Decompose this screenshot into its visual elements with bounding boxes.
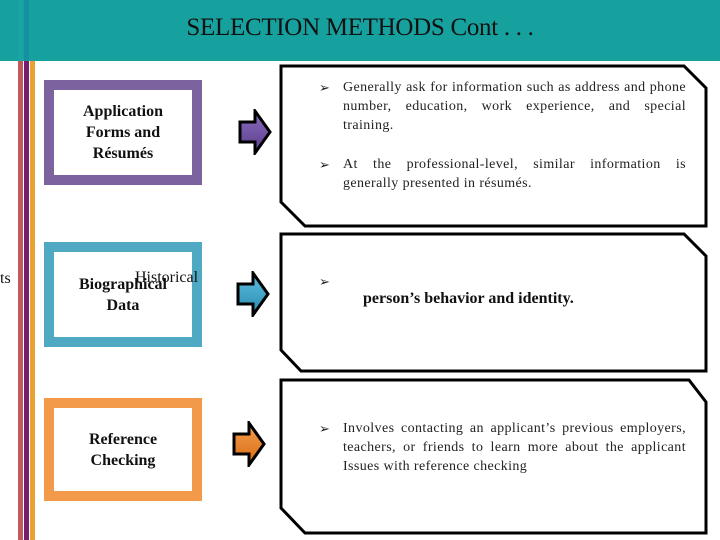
- slide-title: SELECTION METHODS Cont . . .: [186, 14, 534, 41]
- method-label-line: Résumés: [92, 145, 154, 162]
- bullet-arrow-icon: ➢: [319, 421, 331, 436]
- bullet-arrow-icon: ➢: [319, 157, 331, 172]
- bullet-continuation-text: person’s behavior and identity.: [363, 290, 574, 307]
- method-box-application-forms: Application Forms and Résumés: [44, 80, 202, 185]
- method-label-line: Data: [106, 296, 140, 314]
- bullet-item: ➢ Generally ask for information such as …: [319, 80, 686, 133]
- method-label-line: Reference: [88, 430, 158, 448]
- method-label-line: Checking: [90, 451, 156, 469]
- right-arrow-icon: [236, 271, 270, 317]
- decor-stripe-orange: [30, 61, 35, 540]
- method-label-overlap: Historical: [134, 268, 199, 286]
- bullet-item: ➢ Involves contacting an applicant’s pre…: [319, 421, 686, 474]
- decor-stripe-red: [18, 61, 23, 540]
- method-box-reference-checking: Reference Checking: [44, 398, 202, 501]
- description-box-application-forms: ➢ Generally ask for information such as …: [279, 64, 708, 228]
- description-box-biographical-data: ➢ person’s behavior and identity.: [279, 232, 708, 373]
- method-label-line: Forms and: [85, 124, 161, 141]
- bullet-item: ➢ At the professional-level, similar inf…: [319, 157, 686, 191]
- cut-off-text: ts: [0, 270, 11, 287]
- bullet-arrow-icon: ➢: [319, 80, 331, 95]
- bullet-arrow-icon: ➢: [319, 274, 331, 289]
- right-arrow-icon: [232, 421, 266, 467]
- right-arrow-icon: [238, 109, 272, 155]
- description-box-reference-checking: ➢ Involves contacting an applicant’s pre…: [279, 378, 708, 535]
- method-label-line: Application: [82, 103, 163, 120]
- decor-stripe-purple: [24, 61, 29, 540]
- method-box-biographical-data: Biographical Historical Data: [44, 242, 202, 347]
